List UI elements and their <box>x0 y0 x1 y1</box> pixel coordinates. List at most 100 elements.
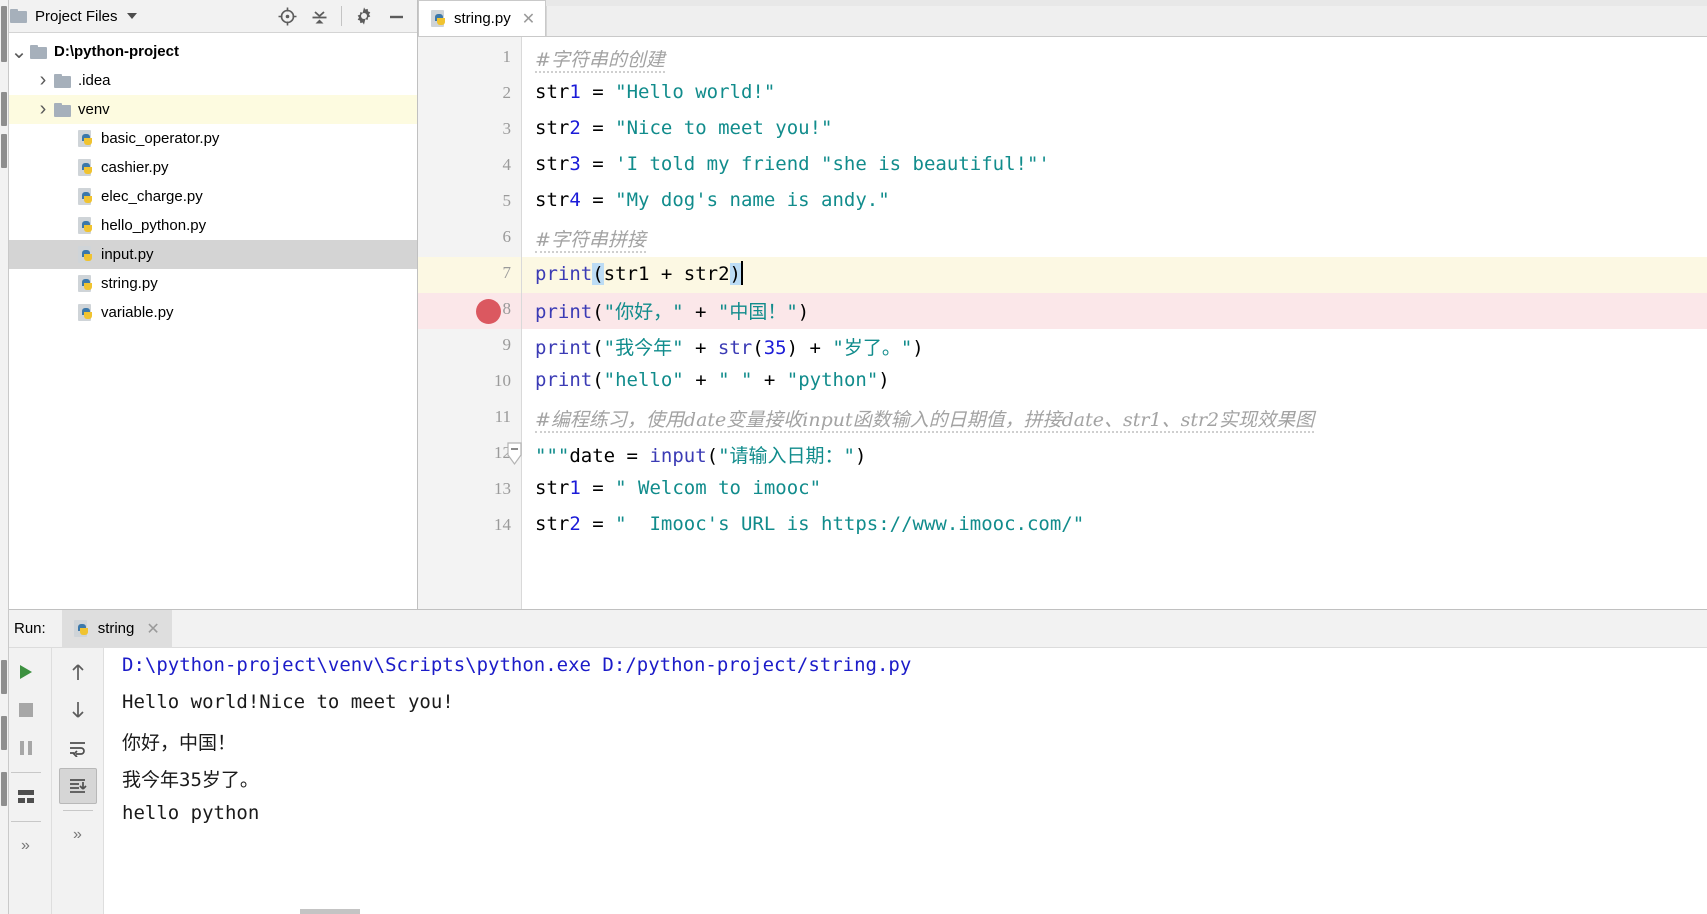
run-toolbar-right: » <box>52 648 104 914</box>
tree-item-label: string.py <box>101 275 158 292</box>
soft-wrap-icon[interactable] <box>59 730 97 766</box>
tree-item-variable-py[interactable]: variable.py <box>0 298 417 327</box>
stop-icon[interactable] <box>7 692 45 728</box>
arrow-up-icon[interactable] <box>59 654 97 690</box>
python-file-icon <box>73 620 90 637</box>
console-output-line: 我今年35岁了。 <box>122 769 259 791</box>
python-file-icon <box>78 159 94 176</box>
code-line[interactable]: #编程练习，使用date变量接收input函数输入的日期值，拼接date、str… <box>535 405 1315 433</box>
toolbar-divider <box>341 6 342 26</box>
code-line[interactable]: str4 = "My dog's name is andy." <box>535 189 890 211</box>
python-file-icon <box>78 217 94 234</box>
project-panel-toolbar <box>272 2 417 30</box>
locate-icon[interactable] <box>272 2 302 30</box>
console-command-line: D:\python-project\venv\Scripts\python.ex… <box>122 654 912 676</box>
chevron-down-icon[interactable]: ⌄ <box>8 42 30 62</box>
line-number: 4 <box>502 155 512 174</box>
editor-tab-string-py[interactable]: string.py ✕ <box>418 0 547 36</box>
code-line[interactable]: str1 = "Hello world!" <box>535 81 775 103</box>
more-icon[interactable]: » <box>59 817 97 853</box>
tab-bar-filler <box>546 6 1707 36</box>
tree-item--idea[interactable]: › .idea <box>0 66 417 95</box>
tree-item-elec-charge-py[interactable]: elec_charge.py <box>0 182 417 211</box>
tree-item-venv[interactable]: › venv <box>0 95 417 124</box>
project-tool-window: Project Files ⌄ D:\python-project › .ide… <box>0 0 418 609</box>
line-number: 1 <box>502 47 512 66</box>
tool-window-stripe[interactable] <box>0 0 9 914</box>
line-number: 10 <box>494 371 511 390</box>
minimize-icon[interactable] <box>381 2 411 30</box>
tree-item-string-py[interactable]: string.py <box>0 269 417 298</box>
toolbar-divider <box>10 821 41 822</box>
code-line[interactable]: str2 = "Nice to meet you!" <box>535 117 832 139</box>
project-panel-header: Project Files <box>0 0 417 33</box>
tree-item-d-python-project[interactable]: ⌄ D:\python-project <box>0 37 417 66</box>
folder-icon <box>30 44 47 59</box>
horizontal-scrollbar[interactable] <box>300 909 360 914</box>
code-line[interactable]: print("你好，" + "中国！") <box>535 297 809 324</box>
code-line[interactable]: """date = input("请输入日期：") <box>535 441 866 468</box>
breakpoint-marker[interactable] <box>476 299 501 324</box>
code-fold-icon[interactable] <box>506 442 523 466</box>
editor-tab-bar: string.py ✕ <box>418 0 1707 37</box>
run-tab-label: string <box>97 620 135 637</box>
chevron-right-icon[interactable]: › <box>32 69 54 92</box>
console-output-line: Hello world!Nice to meet you! <box>122 691 454 713</box>
code-line[interactable]: print("我今年" + str(35) + "岁了。") <box>535 333 924 360</box>
tree-item-basic-operator-py[interactable]: basic_operator.py <box>0 124 417 153</box>
more-icon[interactable]: » <box>7 828 45 864</box>
line-number: 7 <box>502 263 512 282</box>
arrow-down-icon[interactable] <box>59 692 97 728</box>
line-number: 2 <box>502 83 512 102</box>
tree-item-input-py[interactable]: input.py <box>0 240 417 269</box>
line-number: 9 <box>502 335 512 354</box>
tree-item-label: elec_charge.py <box>101 188 203 205</box>
project-panel-title: Project Files <box>35 7 118 25</box>
tree-item-cashier-py[interactable]: cashier.py <box>0 153 417 182</box>
line-number: 13 <box>494 479 511 498</box>
tree-item-label: input.py <box>101 246 154 263</box>
tree-item-label: .idea <box>78 72 111 89</box>
python-file-icon <box>78 246 94 263</box>
pause-icon[interactable] <box>7 730 45 766</box>
toolbar-divider <box>10 772 41 773</box>
folder-icon <box>54 73 71 88</box>
layout-icon[interactable] <box>7 779 45 815</box>
run-tool-window: Run: string ✕ » » D:\python-project\venv… <box>0 609 1707 914</box>
python-file-icon <box>431 10 447 27</box>
line-number: 3 <box>502 119 512 138</box>
chevron-right-icon[interactable]: › <box>32 98 54 121</box>
scroll-to-end-icon[interactable] <box>58 768 97 804</box>
python-file-icon <box>78 130 94 147</box>
code-line[interactable]: print("hello" + " " + "python") <box>535 369 890 391</box>
run-panel-header: Run: string ✕ <box>0 609 1707 648</box>
chevron-down-icon[interactable] <box>126 13 137 19</box>
line-number: 5 <box>502 191 512 210</box>
run-tab-string[interactable]: string ✕ <box>61 609 172 648</box>
code-line[interactable]: print(str1 + str2) <box>535 261 743 285</box>
gear-icon[interactable] <box>349 2 379 30</box>
line-number: 6 <box>502 227 512 246</box>
python-file-icon <box>78 275 94 292</box>
close-icon[interactable]: ✕ <box>146 619 159 639</box>
collapse-all-icon[interactable] <box>304 2 334 30</box>
run-icon[interactable] <box>7 654 45 690</box>
tree-item-hello-python-py[interactable]: hello_python.py <box>0 211 417 240</box>
code-line[interactable]: str1 = " Welcom to imooc" <box>535 477 821 499</box>
folder-icon <box>10 9 27 23</box>
close-icon[interactable]: ✕ <box>522 9 535 29</box>
editor-gutter[interactable]: 1 2 3 4 5 6 7 8 9 10 11 12 13 14 <box>418 37 522 609</box>
console-output[interactable]: D:\python-project\venv\Scripts\python.ex… <box>104 648 1707 914</box>
tree-item-label: variable.py <box>101 304 174 321</box>
code-line[interactable]: #字符串拼接 <box>535 225 646 253</box>
code-line[interactable]: #字符串的创建 <box>535 45 665 73</box>
python-file-icon <box>78 304 94 321</box>
code-line[interactable]: str3 = 'I told my friend "she is beautif… <box>535 153 1050 175</box>
code-text[interactable]: #字符串的创建 str1 = "Hello world!" str2 = "Nice… <box>522 37 1707 609</box>
pycharm-window: Project Files ⌄ D:\python-project › .ide… <box>0 0 1707 914</box>
line-number: 14 <box>494 515 511 534</box>
tree-item-label: hello_python.py <box>101 217 207 234</box>
code-line[interactable]: str2 = " Imooc's URL is https://www.imoo… <box>535 513 1084 535</box>
project-tree[interactable]: ⌄ D:\python-project › .idea › venv basic_opera… <box>0 33 417 609</box>
code-editor[interactable]: 1 2 3 4 5 6 7 8 9 10 11 12 13 14 #字符串的创建 str1 = "Hello… <box>418 37 1707 609</box>
